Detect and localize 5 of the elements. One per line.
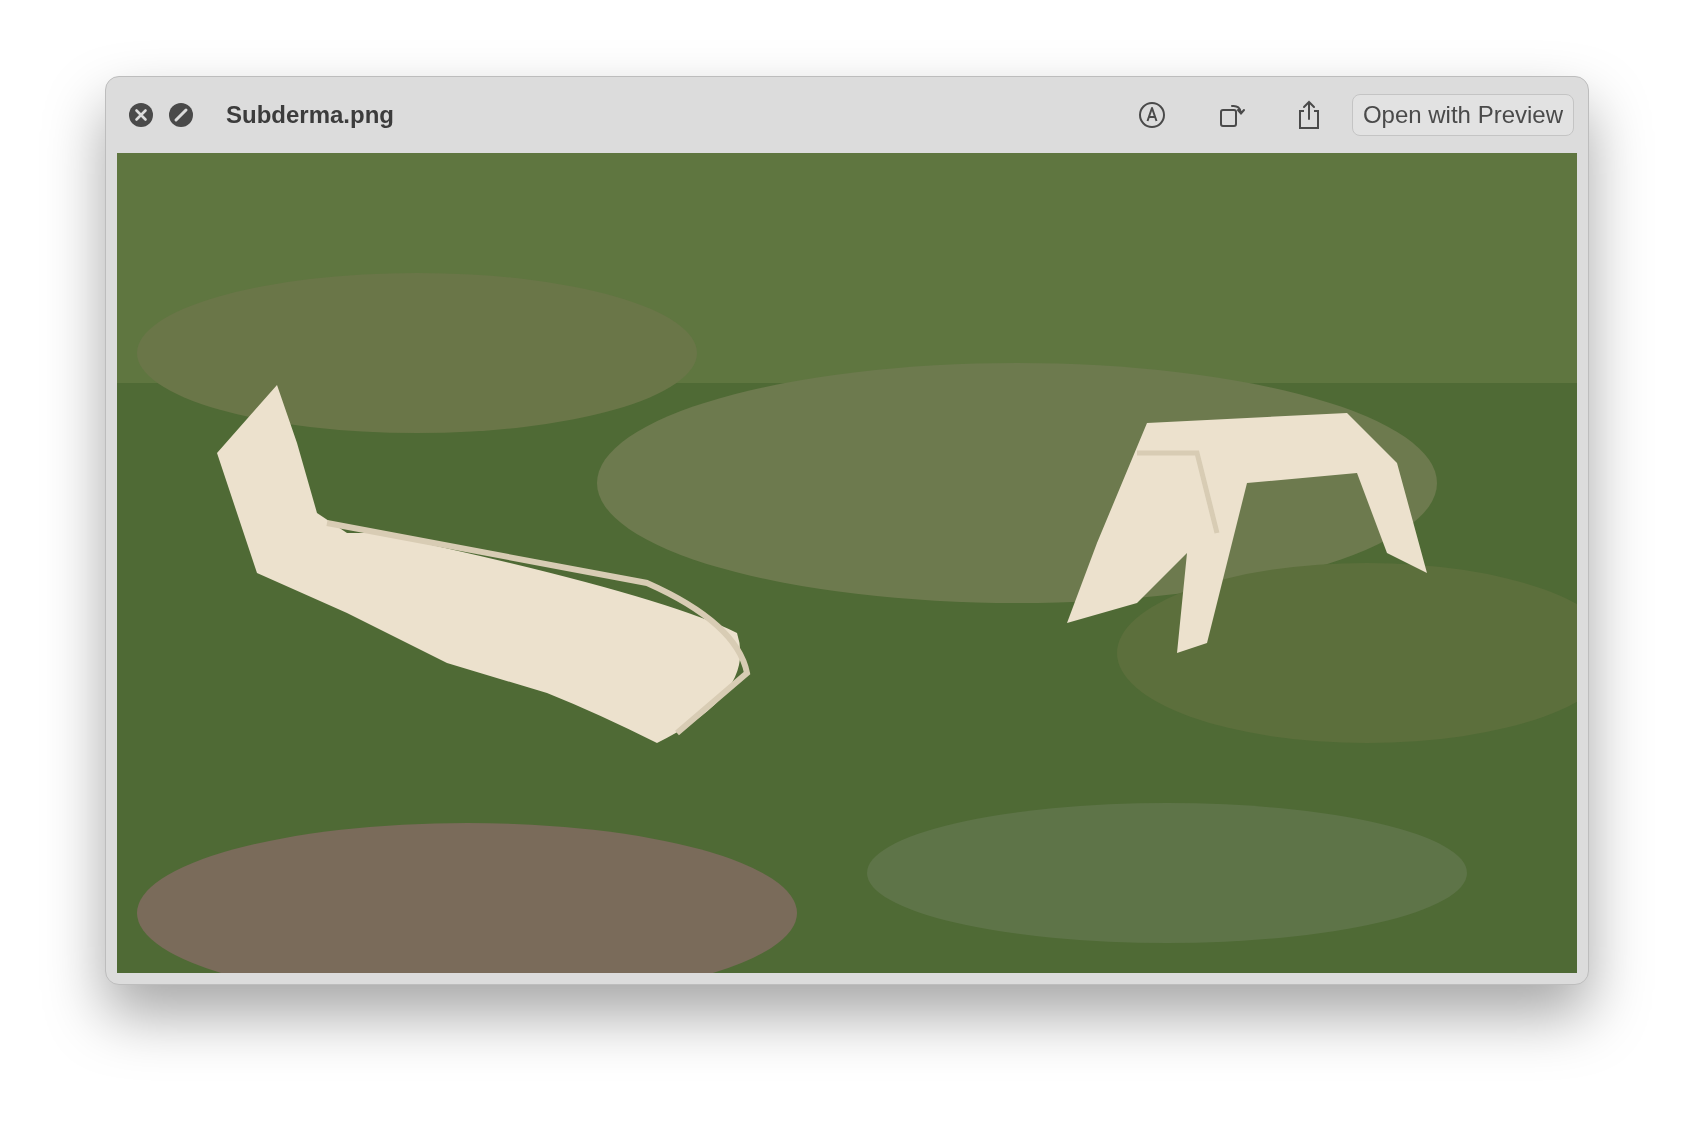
- open-with-preview-button[interactable]: Open with Preview: [1351, 94, 1574, 136]
- close-icon[interactable]: [128, 102, 154, 128]
- window-title: Subderma.png: [226, 100, 394, 130]
- full-screen-icon[interactable]: [168, 102, 194, 128]
- markup-icon[interactable]: [1137, 101, 1166, 129]
